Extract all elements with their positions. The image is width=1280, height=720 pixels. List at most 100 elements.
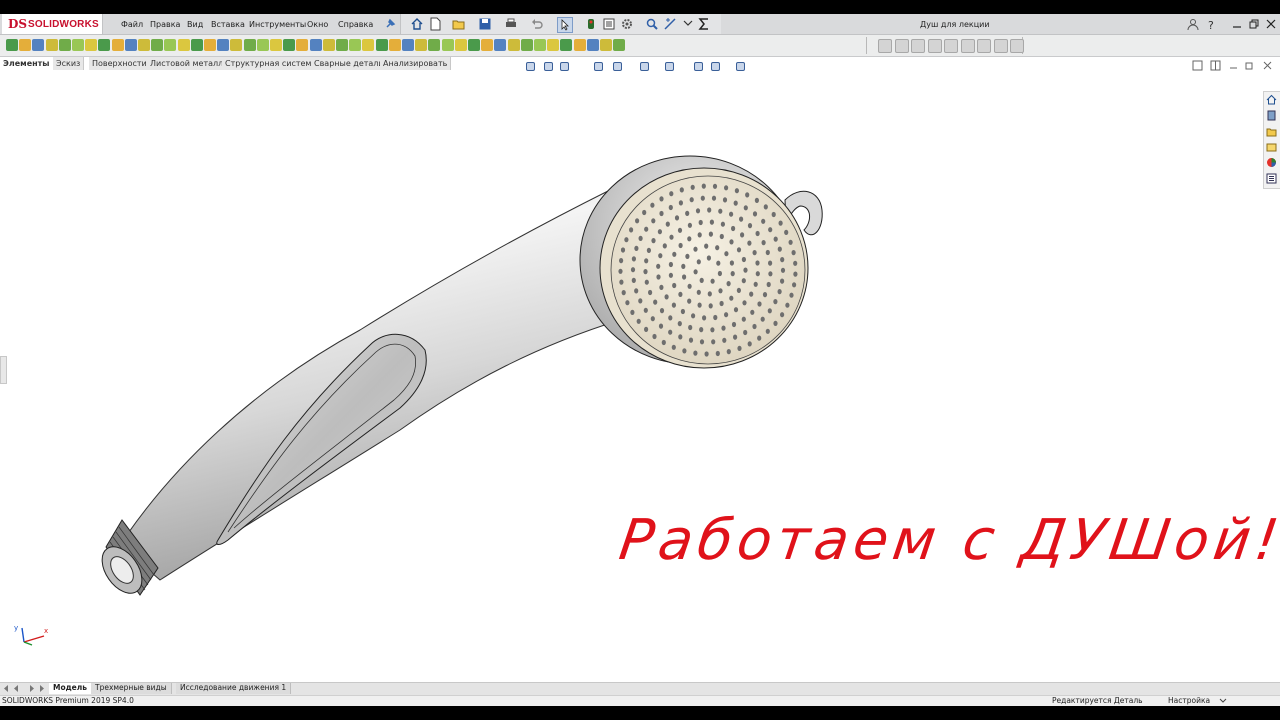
tab-structure-system[interactable]: Структурная система <box>222 57 321 70</box>
feature-tool-icon[interactable] <box>481 39 493 51</box>
library-icon[interactable] <box>1266 126 1277 137</box>
resources-icon[interactable] <box>1266 110 1277 121</box>
tab-features[interactable]: Элементы <box>0 57 54 70</box>
pin-icon[interactable] <box>383 17 397 31</box>
feature-tool-icon[interactable] <box>349 39 361 51</box>
minimize-icon[interactable] <box>1230 17 1244 31</box>
undo-icon[interactable] <box>530 17 544 31</box>
tab-sheet-metal[interactable]: Листовой металл <box>147 57 228 70</box>
viewport-split-icon[interactable] <box>1192 60 1203 71</box>
feature-tool-icon[interactable] <box>600 39 612 51</box>
sum-icon[interactable] <box>697 17 711 31</box>
rebuild-icon[interactable] <box>584 17 598 31</box>
feature-tool-icon[interactable] <box>244 39 256 51</box>
feature-tool-icon[interactable] <box>587 39 599 51</box>
save-icon[interactable] <box>478 17 492 31</box>
feature-tool-icon[interactable] <box>19 39 31 51</box>
view-tool-icon[interactable] <box>543 61 554 72</box>
tab-weldments[interactable]: Сварные детали <box>311 57 388 70</box>
feature-tool-icon[interactable] <box>560 39 572 51</box>
print-icon[interactable] <box>504 17 518 31</box>
viewport-restore-icon[interactable] <box>1244 60 1255 71</box>
tab-evaluate[interactable]: Анализировать <box>380 57 452 70</box>
feature-tool-icon[interactable] <box>323 39 335 51</box>
feature-tool-icon[interactable] <box>296 39 308 51</box>
new-document-icon[interactable] <box>428 17 442 31</box>
tab-scroll-arrows-icon[interactable] <box>2 684 46 693</box>
feature-tool-icon[interactable] <box>468 39 480 51</box>
view-tool-icon[interactable] <box>693 61 704 72</box>
feature-tool-icon[interactable] <box>574 39 586 51</box>
feature-tool-icon[interactable] <box>204 39 216 51</box>
viewport-split-2-icon[interactable] <box>1210 60 1221 71</box>
feature-tool-icon[interactable] <box>534 39 546 51</box>
menu-file[interactable]: Файл <box>121 20 143 29</box>
tab-motion-study[interactable]: Исследование движения 1 <box>176 683 292 694</box>
feature-tool-icon[interactable] <box>270 39 282 51</box>
feature-tool-icon[interactable] <box>521 39 533 51</box>
file-properties-icon[interactable] <box>602 17 616 31</box>
home-icon[interactable] <box>1266 94 1277 105</box>
feature-tool-icon[interactable] <box>32 39 44 51</box>
feature-tool-icon[interactable] <box>376 39 388 51</box>
open-icon[interactable] <box>452 17 466 31</box>
viewport-close-icon[interactable] <box>1262 60 1273 71</box>
feature-tool-icon[interactable] <box>138 39 150 51</box>
tab-sketch[interactable]: Эскиз <box>53 57 85 70</box>
feature-tool-icon[interactable] <box>230 39 242 51</box>
feature-tool-icon[interactable] <box>85 39 97 51</box>
properties-icon[interactable] <box>1266 173 1277 184</box>
feature-tool-icon[interactable] <box>310 39 322 51</box>
menu-view[interactable]: Вид <box>187 20 203 29</box>
tab-surfaces[interactable]: Поверхности <box>89 57 151 70</box>
solidworks-logo[interactable]: DS SOLIDWORKS <box>2 14 103 34</box>
restore-icon[interactable] <box>1247 17 1261 31</box>
menu-window[interactable]: Окно <box>307 20 328 29</box>
feature-tool-icon[interactable] <box>178 39 190 51</box>
feature-manager-toggle[interactable] <box>0 356 7 384</box>
view-tool-icon[interactable] <box>593 61 604 72</box>
user-icon[interactable] <box>1186 17 1200 31</box>
custom-units-menu[interactable]: Настройка <box>1168 696 1210 705</box>
feature-tool-icon[interactable] <box>442 39 454 51</box>
feature-tool-icon[interactable] <box>191 39 203 51</box>
home-icon[interactable] <box>410 17 424 31</box>
feature-tool-icon[interactable] <box>217 39 229 51</box>
view-tool-icon[interactable] <box>639 61 650 72</box>
feature-tool-icon[interactable] <box>428 39 440 51</box>
feature-tool-icon[interactable] <box>336 39 348 51</box>
feature-tool-icon[interactable] <box>283 39 295 51</box>
options-icon[interactable] <box>620 17 634 31</box>
feature-tool-icon[interactable] <box>59 39 71 51</box>
explorer-icon[interactable] <box>1266 142 1277 153</box>
menu-help[interactable]: Справка <box>338 20 373 29</box>
appearance-icon[interactable] <box>1266 157 1277 168</box>
expand-toolbar-icon[interactable] <box>681 17 695 31</box>
feature-tool-icon[interactable] <box>257 39 269 51</box>
view-tool-icon[interactable] <box>612 61 623 72</box>
menu-insert[interactable]: Вставка <box>211 20 245 29</box>
help-icon[interactable]: ? <box>1205 17 1219 31</box>
feature-tool-icon[interactable] <box>547 39 559 51</box>
feature-tool-icon[interactable] <box>613 39 625 51</box>
feature-tool-icon[interactable] <box>112 39 124 51</box>
feature-tool-icon[interactable] <box>72 39 84 51</box>
feature-tool-icon[interactable] <box>494 39 506 51</box>
units-dropdown-icon[interactable] <box>1219 697 1227 704</box>
menu-tools[interactable]: Инструменты <box>249 20 306 29</box>
zoom-icon[interactable] <box>645 17 659 31</box>
feature-tool-icon[interactable] <box>46 39 58 51</box>
feature-tool-icon[interactable] <box>98 39 110 51</box>
feature-tool-icon[interactable] <box>455 39 467 51</box>
feature-tool-icon[interactable] <box>362 39 374 51</box>
feature-tool-icon[interactable] <box>125 39 137 51</box>
feature-tool-icon[interactable] <box>151 39 163 51</box>
menu-edit[interactable]: Правка <box>150 20 180 29</box>
measure-icon[interactable] <box>663 17 677 31</box>
feature-tool-icon[interactable] <box>415 39 427 51</box>
tab-3d-views[interactable]: Трехмерные виды <box>91 683 172 694</box>
feature-tool-icon[interactable] <box>402 39 414 51</box>
view-tool-icon[interactable] <box>710 61 721 72</box>
close-icon[interactable] <box>1264 17 1278 31</box>
view-tool-icon[interactable] <box>735 61 746 72</box>
